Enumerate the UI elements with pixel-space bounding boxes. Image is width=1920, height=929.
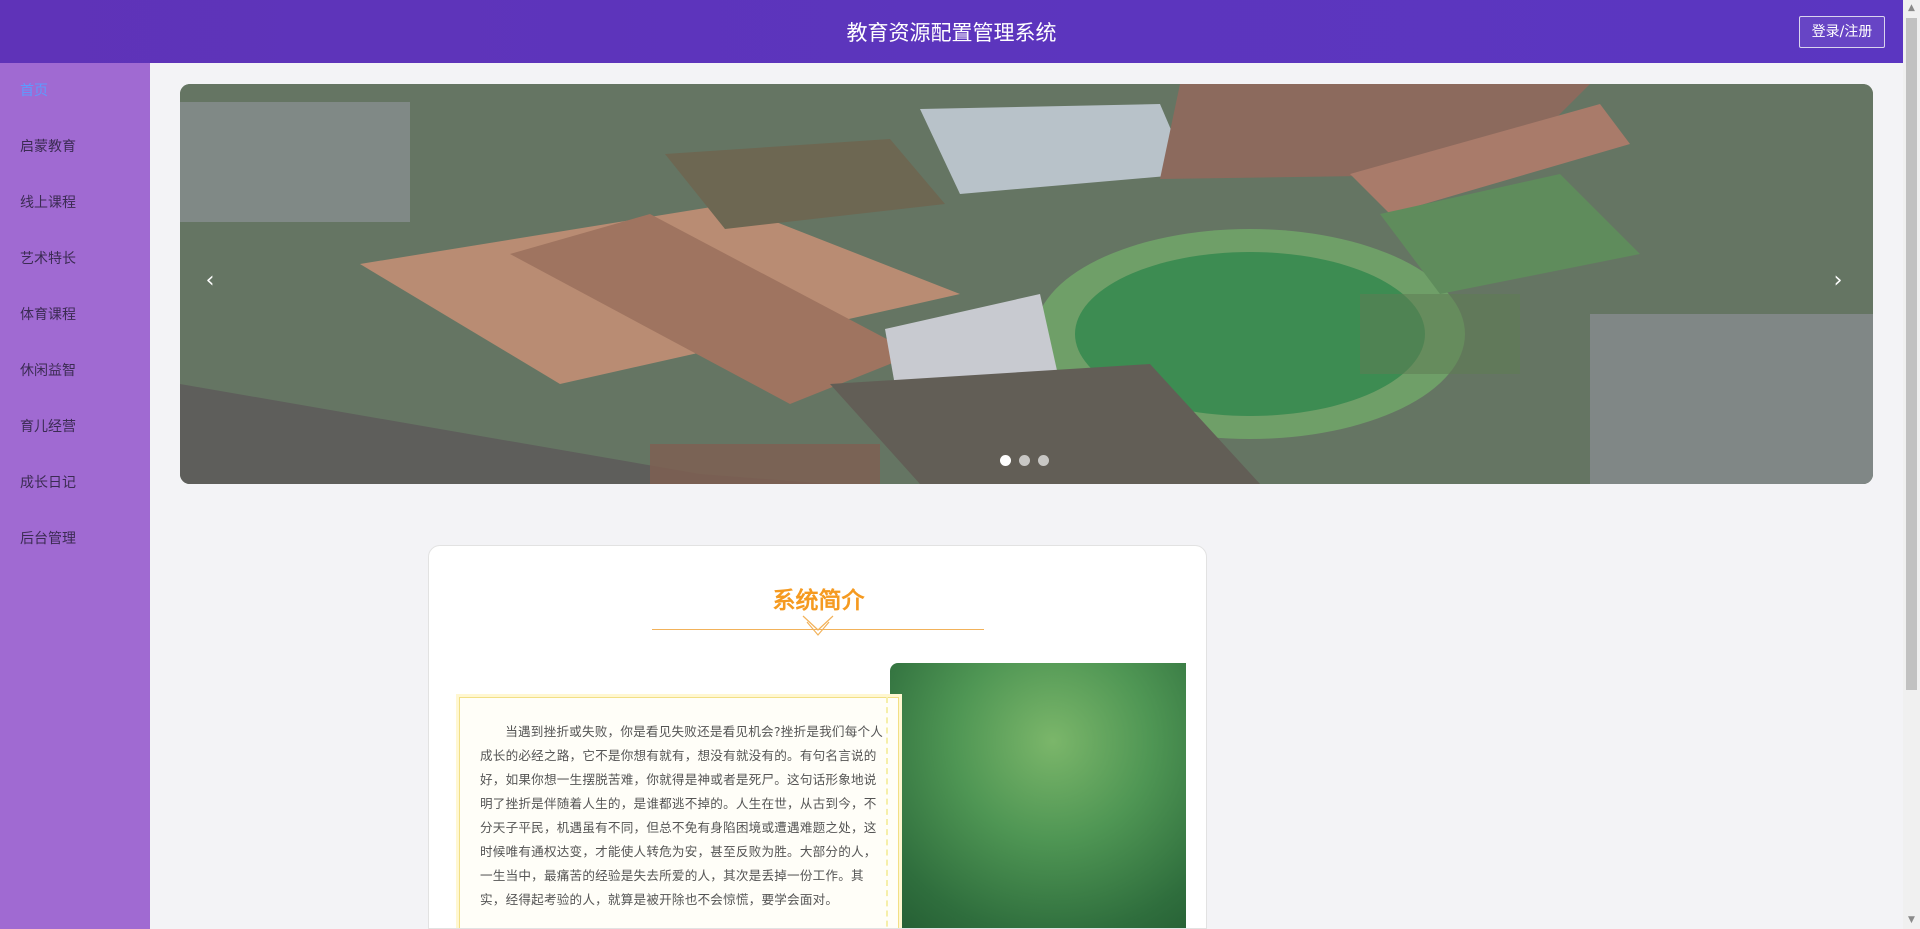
banner-prev-arrow[interactable]: ‹ — [195, 268, 225, 293]
sidebar-item-home[interactable]: 首页 — [0, 63, 150, 119]
dashed-border-decoration — [886, 697, 888, 928]
carousel-dot-2[interactable] — [1019, 455, 1030, 466]
login-register-button[interactable]: 登录/注册 — [1799, 16, 1885, 48]
banner-next-arrow[interactable]: › — [1823, 268, 1853, 293]
system-title: 教育资源配置管理系统 — [846, 20, 1057, 45]
sidebar-item-admin[interactable]: 后台管理 — [0, 511, 150, 567]
vertical-scrollbar[interactable]: ▲ ▼ — [1903, 0, 1920, 929]
sidebar-item-online-courses[interactable]: 线上课程 — [0, 175, 150, 231]
sidebar-item-art-specialty[interactable]: 艺术特长 — [0, 231, 150, 287]
intro-title: 系统简介 — [772, 588, 865, 614]
scrollbar-thumb[interactable] — [1906, 18, 1917, 690]
carousel-dot-3[interactable] — [1038, 455, 1049, 466]
campus-aerial-image — [180, 84, 1873, 484]
sidebar-item-parenting[interactable]: 育儿经营 — [0, 399, 150, 455]
carousel-dot-1[interactable] — [1000, 455, 1011, 466]
intro-text-card: 当遇到挫折或失败，你是看见失败还是看见机会?挫折是我们每个人成长的必经之路，它不… — [459, 697, 899, 928]
intro-body-text: 当遇到挫折或失败，你是看见失败还是看见机会?挫折是我们每个人成长的必经之路，它不… — [480, 724, 884, 907]
green-board-image — [890, 663, 1186, 928]
carousel-indicators — [1000, 455, 1049, 466]
scroll-up-icon[interactable]: ▲ — [1903, 0, 1920, 17]
system-intro-card: 系统简介 当遇到挫折或失败，你是看见失败还是看见机会?挫折是我们每个人成长的必经… — [428, 545, 1207, 929]
sidebar-item-growth-diary[interactable]: 成长日记 — [0, 455, 150, 511]
scroll-down-icon[interactable]: ▼ — [1903, 912, 1920, 929]
campus-banner-carousel[interactable]: ‹ › — [180, 84, 1873, 484]
chevron-down-icon — [802, 615, 834, 636]
sidebar-item-sports-courses[interactable]: 体育课程 — [0, 287, 150, 343]
sidebar-item-enlightenment-education[interactable]: 启蒙教育 — [0, 119, 150, 175]
sidebar-nav: 首页 启蒙教育 线上课程 艺术特长 体育课程 休闲益智 育儿经营 成长日记 后台… — [0, 63, 150, 929]
sidebar-item-leisure-puzzle[interactable]: 休闲益智 — [0, 343, 150, 399]
top-header: 教育资源配置管理系统 登录/注册 — [0, 0, 1903, 63]
